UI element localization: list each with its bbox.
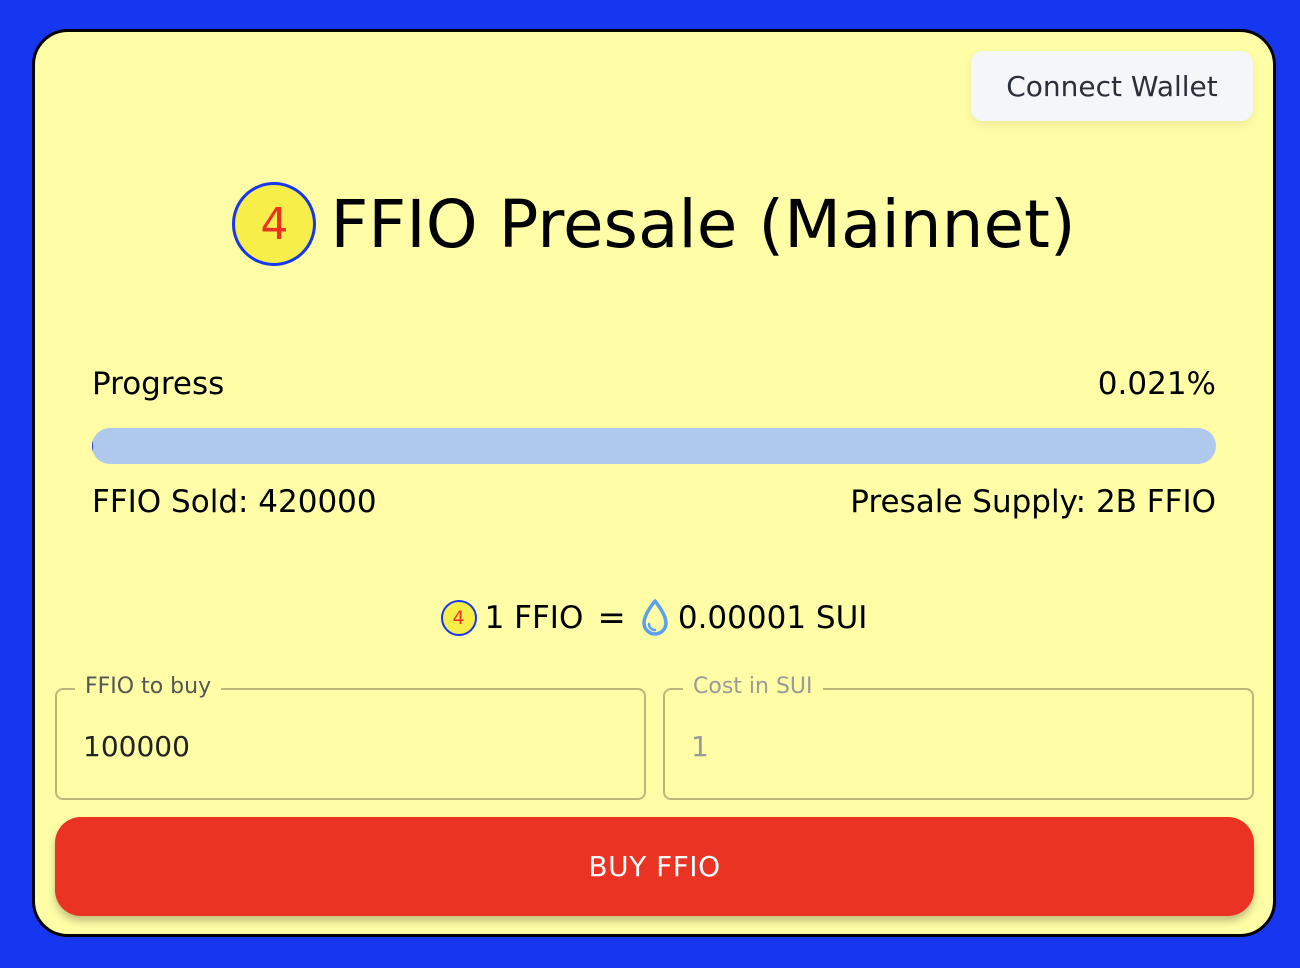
progress-header: Progress 0.021% [92, 366, 1216, 402]
ffio-coin-icon: 4 [232, 182, 317, 266]
progress-percent: 0.021% [1097, 366, 1216, 402]
page-title-row: 4 FFIO Presale (Mainnet) [35, 182, 1273, 266]
exchange-rate: 4 1 FFIO = 0.00001 SUI [35, 598, 1273, 638]
presale-card: Connect Wallet 4 FFIO Presale (Mainnet) … [32, 29, 1276, 937]
connect-wallet-button[interactable]: Connect Wallet [971, 51, 1253, 121]
ffio-to-buy-field: FFIO to buy [55, 674, 646, 800]
ffio-to-buy-input[interactable] [83, 724, 624, 768]
ffio-coin-icon: 4 [440, 600, 477, 636]
ffio-to-buy-label: FFIO to buy [75, 674, 222, 699]
cost-in-sui-input [691, 724, 1232, 768]
progress-bar [92, 428, 1216, 464]
cost-in-sui-field: Cost in SUI [663, 674, 1254, 800]
rate-right-amount: 0.00001 SUI [677, 600, 868, 636]
progress-footer: FFIO Sold: 420000 Presale Supply: 2B FFI… [92, 484, 1216, 520]
buy-ffio-button[interactable]: BUY FFIO [55, 817, 1254, 916]
equals-sign: = [597, 598, 626, 638]
ffio-sold-text: FFIO Sold: 420000 [92, 484, 377, 520]
presale-supply-text: Presale Supply: 2B FFIO [850, 484, 1216, 520]
progress-label: Progress [92, 366, 225, 402]
sui-drop-icon [642, 599, 668, 636]
page-title: FFIO Presale (Mainnet) [330, 185, 1076, 263]
rate-left-amount: 1 FFIO [484, 600, 584, 636]
cost-in-sui-label: Cost in SUI [683, 674, 823, 699]
